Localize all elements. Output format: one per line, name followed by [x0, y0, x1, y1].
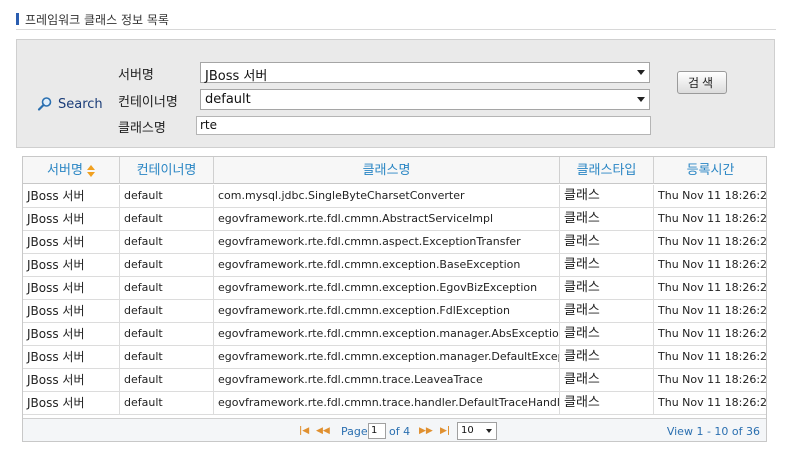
cell-registered-time: Thu Nov 11 18:26:20 K	[654, 392, 766, 415]
last-page-icon[interactable]: ▶|	[440, 426, 450, 436]
search-link-label: Search	[58, 96, 103, 112]
title-marker	[16, 13, 19, 25]
container-label: 컨테이너명	[118, 95, 178, 110]
cell-registered-time: Thu Nov 11 18:26:20 K	[654, 300, 766, 323]
cell-class-name: egovframework.rte.fdl.cmmn.trace.handler…	[214, 392, 560, 415]
class-grid: 서버명 컨테이너명 클래스명 클래스타입 등록시간 JBoss 서버 defaul…	[22, 156, 767, 442]
cell-server: JBoss 서버	[23, 231, 120, 254]
cell-server: JBoss 서버	[23, 254, 120, 277]
cell-server: JBoss 서버	[23, 346, 120, 369]
cell-server: JBoss 서버	[23, 208, 120, 231]
server-select[interactable]: JBoss 서버	[200, 62, 650, 84]
cell-registered-time: Thu Nov 11 18:26:20 K	[654, 185, 766, 208]
cell-class-type: 클래스	[560, 369, 654, 392]
cell-class-name: com.mysql.jdbc.SingleByteCharsetConverte…	[214, 185, 560, 208]
column-header-class-type[interactable]: 클래스타입	[560, 157, 654, 184]
cell-class-type: 클래스	[560, 208, 654, 231]
class-input[interactable]: rte	[196, 116, 651, 135]
container-select-value: default	[205, 92, 251, 107]
cell-class-type: 클래스	[560, 185, 654, 208]
cell-class-type: 클래스	[560, 392, 654, 415]
search-button[interactable]: 검색	[677, 71, 727, 94]
page-title-bar: 프레임워크 클래스 정보 목록	[16, 10, 776, 30]
table-row[interactable]: JBoss 서버 default egovframework.rte.fdl.cmm…	[23, 392, 766, 415]
cell-class-name: egovframework.rte.fdl.cmmn.exception.Bas…	[214, 254, 560, 277]
next-page-icon[interactable]: ▶▶	[419, 426, 433, 436]
cell-class-type: 클래스	[560, 300, 654, 323]
cell-server: JBoss 서버	[23, 277, 120, 300]
cell-container: default	[120, 369, 214, 392]
table-row[interactable]: JBoss 서버 default egovframework.rte.fdl.cmm…	[23, 231, 766, 254]
prev-page-icon[interactable]: ◀◀	[316, 426, 330, 436]
cell-server: JBoss 서버	[23, 369, 120, 392]
cell-registered-time: Thu Nov 11 18:26:20 K	[654, 277, 766, 300]
cell-container: default	[120, 300, 214, 323]
column-header-container[interactable]: 컨테이너명	[120, 157, 214, 184]
cell-class-name: egovframework.rte.fdl.cmmn.exception.man…	[214, 323, 560, 346]
page-count: of 4	[389, 425, 411, 438]
table-row[interactable]: JBoss 서버 default egovframework.rte.fdl.cmm…	[23, 208, 766, 231]
column-header-registered[interactable]: 등록시간	[654, 157, 766, 184]
cell-server: JBoss 서버	[23, 300, 120, 323]
server-label: 서버명	[118, 68, 154, 83]
table-row[interactable]: JBoss 서버 default egovframework.rte.fdl.cmm…	[23, 277, 766, 300]
cell-container: default	[120, 323, 214, 346]
page-title: 프레임워크 클래스 정보 목록	[25, 13, 169, 27]
cell-class-type: 클래스	[560, 346, 654, 369]
page-number-input[interactable]: 1	[368, 423, 386, 439]
dropdown-caret-icon	[486, 429, 492, 433]
cell-registered-time: Thu Nov 11 18:26:20 K	[654, 346, 766, 369]
cell-server: JBoss 서버	[23, 185, 120, 208]
cell-class-type: 클래스	[560, 254, 654, 277]
rows-per-page-value: 10	[461, 425, 474, 436]
cell-class-type: 클래스	[560, 231, 654, 254]
table-row[interactable]: JBoss 서버 default egovframework.rte.fdl.cmm…	[23, 300, 766, 323]
cell-container: default	[120, 346, 214, 369]
page-label: Page	[341, 425, 368, 438]
cell-container: default	[120, 277, 214, 300]
table-row[interactable]: JBoss 서버 default egovframework.rte.fdl.cmm…	[23, 369, 766, 392]
class-label: 클래스명	[118, 121, 166, 136]
cell-registered-time: Thu Nov 11 18:26:20 K	[654, 231, 766, 254]
cell-registered-time: Thu Nov 11 18:26:20 K	[654, 208, 766, 231]
cell-server: JBoss 서버	[23, 392, 120, 415]
table-row[interactable]: JBoss 서버 default com.mysql.jdbc.SingleByte…	[23, 185, 766, 208]
sort-icon	[86, 164, 95, 177]
cell-class-type: 클래스	[560, 323, 654, 346]
search-link[interactable]: Search	[37, 96, 103, 112]
cell-class-name: egovframework.rte.fdl.cmmn.exception.man…	[214, 346, 560, 369]
table-row[interactable]: JBoss 서버 default egovframework.rte.fdl.cmm…	[23, 254, 766, 277]
server-select-value: JBoss 서버	[205, 69, 268, 84]
dropdown-caret-icon	[637, 97, 645, 102]
cell-class-name: egovframework.rte.fdl.cmmn.AbstractServi…	[214, 208, 560, 231]
cell-container: default	[120, 392, 214, 415]
search-panel: Search 서버명 JBoss 서버 컨테이너명 default 클래스명 r…	[16, 39, 775, 148]
first-page-icon[interactable]: |◀	[299, 426, 309, 436]
cell-registered-time: Thu Nov 11 18:26:20 K	[654, 254, 766, 277]
cell-class-name: egovframework.rte.fdl.cmmn.aspect.Except…	[214, 231, 560, 254]
cell-registered-time: Thu Nov 11 18:26:20 K	[654, 323, 766, 346]
table-row[interactable]: JBoss 서버 default egovframework.rte.fdl.cmm…	[23, 346, 766, 369]
cell-container: default	[120, 208, 214, 231]
cell-server: JBoss 서버	[23, 323, 120, 346]
cell-class-name: egovframework.rte.fdl.cmmn.exception.Fdl…	[214, 300, 560, 323]
cell-class-type: 클래스	[560, 277, 654, 300]
search-icon	[37, 97, 52, 111]
column-header-server[interactable]: 서버명	[23, 157, 120, 184]
cell-registered-time: Thu Nov 11 18:26:20 K	[654, 369, 766, 392]
table-row[interactable]: JBoss 서버 default egovframework.rte.fdl.cmm…	[23, 323, 766, 346]
view-range: View 1 - 10 of 36	[666, 425, 760, 438]
cell-class-name: egovframework.rte.fdl.cmmn.trace.LeaveaT…	[214, 369, 560, 392]
cell-container: default	[120, 231, 214, 254]
container-select[interactable]: default	[200, 89, 650, 110]
cell-class-name: egovframework.rte.fdl.cmmn.exception.Ego…	[214, 277, 560, 300]
pager: |◀ ◀◀ Page 1 of 4 ▶▶ ▶| 10 View 1 - 10 o…	[23, 418, 766, 441]
cell-container: default	[120, 254, 214, 277]
dropdown-caret-icon	[637, 70, 645, 75]
grid-header: 서버명 컨테이너명 클래스명 클래스타입 등록시간	[23, 157, 766, 184]
column-header-class[interactable]: 클래스명	[214, 157, 560, 184]
cell-container: default	[120, 185, 214, 208]
rows-per-page-select[interactable]: 10	[457, 422, 497, 440]
